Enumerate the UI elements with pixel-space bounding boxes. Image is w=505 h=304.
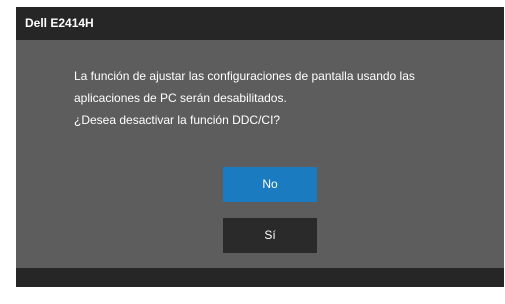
message-line-2: aplicaciones de PC serán desabilitados. <box>74 91 287 105</box>
bottom-bar <box>16 268 504 287</box>
title-bar: Dell E2414H <box>16 7 504 40</box>
osd-panel: Dell E2414H La función de ajustar las co… <box>16 7 504 287</box>
monitor-model-title: Dell E2414H <box>25 16 94 30</box>
message-line-1: La función de ajustar las configuracione… <box>74 69 415 83</box>
no-button[interactable]: No <box>223 167 317 202</box>
yes-button[interactable]: Sí <box>223 218 317 253</box>
confirmation-message: La función de ajustar las configuracione… <box>74 65 484 131</box>
message-line-3: ¿Desea desactivar la función DDC/CI? <box>74 113 281 127</box>
